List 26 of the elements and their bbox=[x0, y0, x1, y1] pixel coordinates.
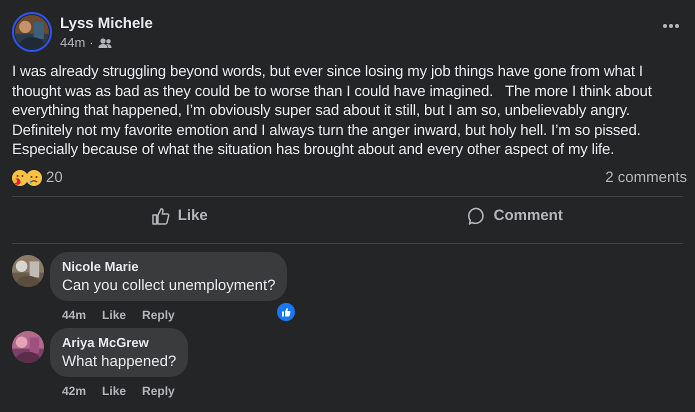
reaction-count[interactable]: 20 bbox=[46, 169, 63, 186]
care-emoji-icon[interactable] bbox=[12, 170, 28, 186]
friends-icon[interactable] bbox=[98, 36, 112, 48]
thumbs-up-icon bbox=[152, 206, 170, 224]
more-options-icon[interactable] bbox=[663, 24, 679, 28]
like-button[interactable]: Like bbox=[12, 196, 348, 234]
reply-link[interactable]: Reply bbox=[142, 308, 175, 322]
speech-bubble-icon bbox=[468, 206, 486, 224]
like-link[interactable]: Like bbox=[102, 308, 126, 322]
like-link[interactable]: Like bbox=[102, 384, 126, 398]
commenter-name[interactable]: Nicole Marie bbox=[62, 258, 276, 274]
reply-link[interactable]: Reply bbox=[142, 384, 175, 398]
comment-time[interactable]: 42m bbox=[62, 384, 86, 398]
like-reaction-icon[interactable] bbox=[277, 302, 296, 320]
author-name[interactable]: Lyss Michele bbox=[60, 14, 651, 32]
sad-emoji-icon[interactable] bbox=[26, 170, 42, 186]
commenter-name[interactable]: Ariya McGrew bbox=[62, 334, 176, 350]
comment-text: What happened? bbox=[62, 352, 176, 370]
separator-dot: · bbox=[89, 34, 94, 50]
comment-button[interactable]: Comment bbox=[348, 196, 683, 234]
comment-time[interactable]: 44m bbox=[62, 308, 86, 322]
post-time[interactable]: 44m bbox=[60, 34, 86, 50]
comment-text: Can you collect unemployment? bbox=[62, 276, 276, 294]
avatar-ring[interactable] bbox=[12, 12, 52, 52]
comments-count[interactable]: 2 comments bbox=[605, 169, 687, 186]
post-text: I was already struggling beyond words, but ever since losing my job things have gone from what I thought was as bad as they could be to worse than I could have imagined. The more I think about everything that happened, I’m obviously super sad about it still, but I am so, unbelievably angry. Definitely not my favorite emotion and I always turn the anger inward, but holy hell. I’m so pissed. Especially because of what the situation has brought about and every other aspect of my life. bbox=[12, 62, 653, 160]
